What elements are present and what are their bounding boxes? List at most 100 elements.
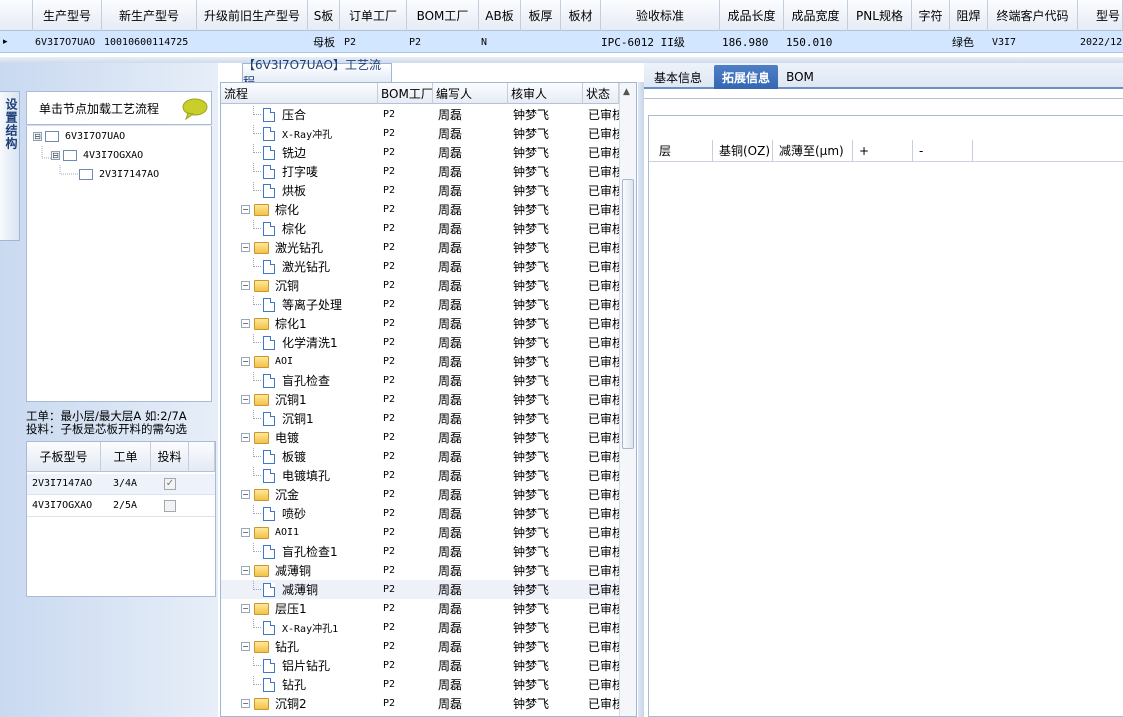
sub-row[interactable]: 2V3I7147AO 3/4A ✓: [27, 474, 215, 495]
cell-pnl[interactable]: [848, 31, 912, 53]
process-group-row[interactable]: − 沉铜 P2 周磊 钟梦飞 已审核: [221, 276, 619, 295]
process-group-row[interactable]: − 减薄铜 P2 周磊 钟梦飞 已审核: [221, 561, 619, 580]
collapse-icon[interactable]: −: [241, 566, 250, 575]
process-step-row[interactable]: 化学清洗1 P2 周磊 钟梦飞 已审核: [221, 333, 619, 352]
col-bom-factory[interactable]: BOM工厂: [407, 0, 479, 31]
cell-date[interactable]: 2022/12: [1078, 31, 1123, 53]
process-group-row[interactable]: − 沉铜2 P2 周磊 钟梦飞 已审核: [221, 694, 619, 713]
vertical-splitter[interactable]: [638, 82, 644, 717]
process-group-row[interactable]: − 电镀 P2 周磊 钟梦飞 已审核: [221, 428, 619, 447]
col-silk[interactable]: 字符: [912, 0, 950, 31]
col-pnl[interactable]: PNL规格: [848, 0, 912, 31]
cell-order-factory[interactable]: P2: [340, 31, 407, 53]
collapse-icon[interactable]: −: [241, 357, 250, 366]
col-standard[interactable]: 验收标准: [601, 0, 720, 31]
process-group-row[interactable]: − 棕化1 P2 周磊 钟梦飞 已审核: [221, 314, 619, 333]
cell-ab-board[interactable]: N: [479, 31, 521, 53]
process-step-row[interactable]: X-Ray冲孔1 P2 周磊 钟梦飞 已审核: [221, 618, 619, 637]
collapse-icon[interactable]: −: [241, 699, 250, 708]
col-material[interactable]: 板材: [561, 0, 601, 31]
cell-width[interactable]: 150.010: [784, 31, 848, 53]
process-step-row[interactable]: 盲孔检查 P2 周磊 钟梦飞 已审核: [221, 371, 619, 390]
process-step-row[interactable]: X-Ray冲孔 P2 周磊 钟梦飞 已审核: [221, 124, 619, 143]
process-group-row[interactable]: − 层压1 P2 周磊 钟梦飞 已审核: [221, 599, 619, 618]
sub-order[interactable]: 3/4A: [113, 478, 137, 489]
cell-customer-code[interactable]: V3I7: [988, 31, 1078, 53]
tab-setup-structure[interactable]: 设置结构: [0, 91, 20, 241]
process-step-row[interactable]: 棕化 P2 周磊 钟梦飞 已审核: [221, 219, 619, 238]
col-sub-order[interactable]: 工单: [101, 442, 151, 472]
cell-standard[interactable]: IPC-6012 II级: [601, 31, 720, 53]
process-group-row[interactable]: − AOI P2 周磊 钟梦飞 已审核: [221, 352, 619, 371]
process-step-row[interactable]: 钻孔 P2 周磊 钟梦飞 已审核: [221, 675, 619, 694]
collapse-icon[interactable]: −: [241, 319, 250, 328]
process-group-row[interactable]: − 激光钻孔 P2 周磊 钟梦飞 已审核: [221, 238, 619, 257]
process-group-row[interactable]: − 棕化 P2 周磊 钟梦飞 已审核: [221, 200, 619, 219]
process-step-row[interactable]: 板镀 P2 周磊 钟梦飞 已审核: [221, 447, 619, 466]
col-length[interactable]: 成品长度: [720, 0, 784, 31]
col-writer[interactable]: 编写人: [433, 83, 508, 104]
sub-row[interactable]: 4V3I7OGXAO 2/5A: [27, 496, 215, 517]
cell-material[interactable]: [561, 31, 601, 53]
cell-bom-factory[interactable]: P2: [407, 31, 479, 53]
col-old-model[interactable]: 升级前旧生产型号: [197, 0, 308, 31]
col-date[interactable]: 型号: [1078, 0, 1123, 31]
col-prod-model[interactable]: 生产型号: [33, 0, 102, 31]
col-status[interactable]: 状态: [583, 83, 619, 104]
col-thickness[interactable]: 板厚: [521, 0, 561, 31]
col-sub-model[interactable]: 子板型号: [27, 442, 101, 472]
col-ab-board[interactable]: AB板: [479, 0, 521, 31]
process-step-row[interactable]: 沉铜1 P2 周磊 钟梦飞 已审核: [221, 409, 619, 428]
cell-new-model[interactable]: 10010600114725: [102, 31, 197, 53]
collapse-icon[interactable]: −: [241, 433, 250, 442]
cell-old-model[interactable]: [197, 31, 308, 53]
speech-bubble-icon[interactable]: [182, 98, 208, 120]
vertical-scrollbar[interactable]: ▲: [619, 83, 636, 716]
process-step-row[interactable]: 喷砂 P2 周磊 钟梦飞 已审核: [221, 504, 619, 523]
cell-s-board[interactable]: 母板: [308, 31, 340, 53]
col-solder-mask[interactable]: 阻焊: [950, 0, 988, 31]
collapse-icon[interactable]: −: [241, 395, 250, 404]
collapse-icon[interactable]: −: [241, 243, 250, 252]
tab-extended-info[interactable]: 拓展信息: [714, 65, 778, 89]
scrollbar-thumb[interactable]: [622, 179, 634, 449]
col-base-copper[interactable]: 基铜(OZ): [713, 140, 773, 161]
process-step-row[interactable]: 激光钻孔 P2 周磊 钟梦飞 已审核: [221, 257, 619, 276]
col-new-model[interactable]: 新生产型号: [102, 0, 197, 31]
cell-silk[interactable]: [912, 31, 950, 53]
col-flow[interactable]: 流程: [221, 83, 378, 104]
cell-prod-model[interactable]: 6V3I7O7UAO: [33, 31, 102, 53]
remove-column-button[interactable]: -: [913, 140, 973, 161]
col-width[interactable]: 成品宽度: [784, 0, 848, 31]
scroll-up-icon[interactable]: ▲: [623, 87, 630, 97]
col-layer[interactable]: 层: [653, 140, 713, 161]
cell-length[interactable]: 186.980: [720, 31, 784, 53]
process-step-row[interactable]: 铝片钻孔 P2 周磊 钟梦飞 已审核: [221, 656, 619, 675]
col-order-factory[interactable]: 订单工厂: [340, 0, 407, 31]
feed-checkbox-checked[interactable]: ✓: [164, 478, 176, 490]
col-customer-code[interactable]: 终端客户代码: [988, 0, 1078, 31]
tab-bom[interactable]: BOM: [784, 65, 816, 89]
col-sub-feed[interactable]: 投料: [151, 442, 189, 472]
process-group-row[interactable]: − 沉铜1 P2 周磊 钟梦飞 已审核: [221, 390, 619, 409]
process-step-row[interactable]: 烘板 P2 周磊 钟梦飞 已审核: [221, 181, 619, 200]
col-s-board[interactable]: S板: [308, 0, 340, 31]
process-step-row[interactable]: 打字唛 P2 周磊 钟梦飞 已审核: [221, 162, 619, 181]
process-step-row[interactable]: 盲孔检查1 P2 周磊 钟梦飞 已审核: [221, 542, 619, 561]
collapse-icon[interactable]: −: [241, 281, 250, 290]
process-group-row[interactable]: − 钻孔 P2 周磊 钟梦飞 已审核: [221, 637, 619, 656]
collapse-icon[interactable]: −: [241, 205, 250, 214]
process-group-row[interactable]: − 沉金 P2 周磊 钟梦飞 已审核: [221, 485, 619, 504]
process-step-row[interactable]: 压合 P2 周磊 钟梦飞 已审核: [221, 105, 619, 124]
feed-checkbox[interactable]: [164, 500, 176, 512]
col-bom-factory[interactable]: BOM工厂: [378, 83, 433, 104]
col-thin-to[interactable]: 减薄至(μm): [773, 140, 853, 161]
collapse-icon[interactable]: −: [241, 490, 250, 499]
process-step-row[interactable]: 电镀填孔 P2 周磊 钟梦飞 已审核: [221, 466, 619, 485]
add-column-button[interactable]: +: [853, 140, 913, 161]
collapse-icon[interactable]: −: [241, 604, 250, 613]
sub-order[interactable]: 2/5A: [113, 500, 137, 511]
cell-solder-mask[interactable]: 绿色: [950, 31, 988, 53]
process-step-row[interactable]: 减薄铜 P2 周磊 钟梦飞 已审核: [221, 580, 619, 599]
tab-basic-info[interactable]: 基本信息: [648, 65, 708, 89]
